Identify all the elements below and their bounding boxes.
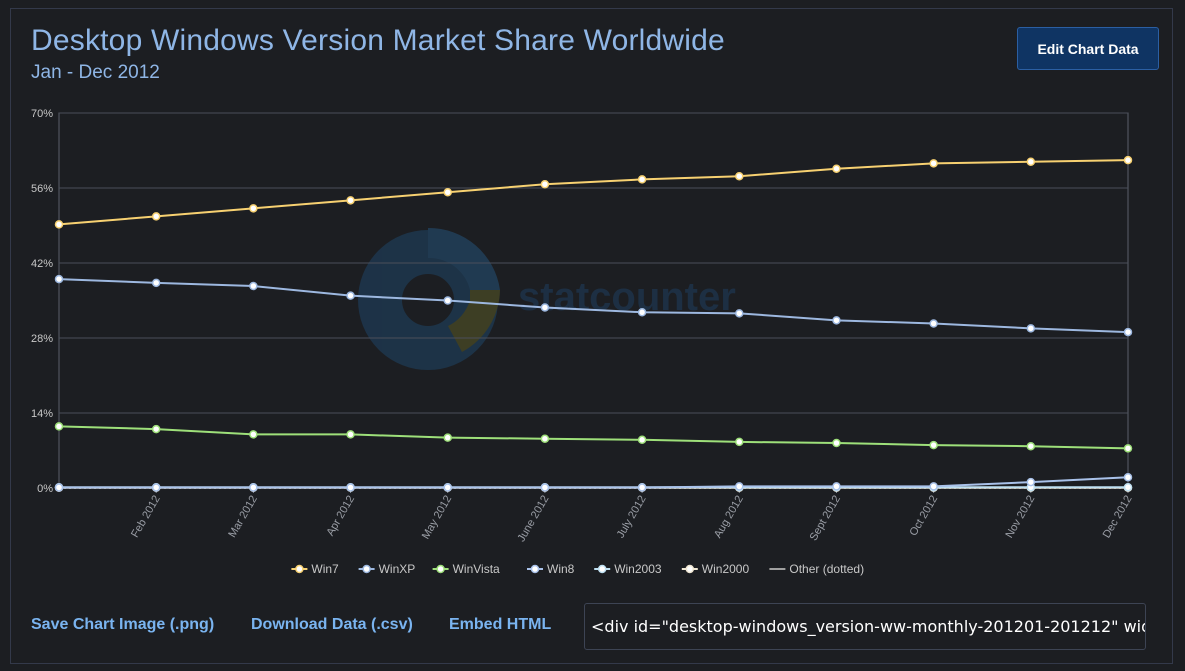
legend-label: Other (dotted) [789,562,864,576]
data-point[interactable] [540,483,550,492]
data-point[interactable] [249,430,258,439]
data-point[interactable] [832,438,841,448]
data-point[interactable] [1026,157,1036,166]
statcounter-watermark: statcounter [358,227,736,370]
legend-swatch-marker [362,564,371,574]
y-tick-label: 0% [37,483,53,495]
data-point[interactable] [637,483,647,492]
download-data-link[interactable]: Download Data (.csv) [251,616,413,634]
x-tick-label: May 2012 [420,494,455,542]
y-tick-label: 70% [31,108,53,120]
data-point[interactable] [637,435,647,445]
y-tick-label: 56% [31,183,53,195]
data-point[interactable] [151,278,161,288]
data-point[interactable] [1123,155,1133,165]
data-point[interactable] [832,164,841,173]
data-point[interactable] [929,482,938,491]
data-point[interactable] [54,483,64,492]
data-point[interactable] [1026,324,1036,333]
x-tick-label: July 2012 [615,494,649,541]
legend-swatch-marker [685,564,695,574]
data-point[interactable] [929,440,938,450]
data-point[interactable] [443,296,452,305]
series-line-winvista [58,425,1129,450]
data-point[interactable] [832,482,841,491]
legend-item-win7[interactable]: Win7 [291,562,339,576]
legend-swatch-marker [295,564,304,574]
legend: Win7 WinXP WinVista Win8 Win2003 Win2000 Other… [291,562,864,576]
data-point[interactable] [735,437,744,447]
data-point[interactable] [346,196,355,205]
data-point[interactable] [54,274,64,284]
data-point[interactable] [1026,441,1036,451]
series-line-win7 [58,159,1129,226]
data-point[interactable] [443,483,452,492]
data-point[interactable] [540,303,550,312]
series-line-win8 [59,476,1129,489]
x-tick-label: June 2012 [515,494,551,545]
x-axis: Feb 2012 Mar 2012 Apr 2012 May 2012 June 201… [129,488,1135,545]
data-point[interactable] [832,316,841,325]
x-tick-label: Feb 2012 [129,494,163,540]
data-point[interactable] [929,159,938,168]
y-axis: 0% 14% 28% 42% 56% 70% [31,108,53,495]
x-tick-label: Apr 2012 [324,494,357,539]
data-point[interactable] [443,188,452,197]
legend-label: Win2000 [702,562,750,576]
data-point[interactable] [1026,477,1036,487]
embed-code-field[interactable]: <div id="desktop-windows_version-ww-mont… [584,603,1146,650]
data-point[interactable] [1123,482,1133,492]
x-tick-label: Sept 2012 [808,494,843,543]
legend-swatch-marker [597,564,607,574]
plot-area [54,155,1133,492]
data-point[interactable] [249,204,258,213]
data-point[interactable] [1123,327,1133,337]
data-point[interactable] [54,220,64,229]
legend-swatch-marker [530,564,540,574]
legend-label: Win7 [311,562,339,576]
legend-item-winvista[interactable]: WinVista [432,562,500,576]
legend-item-win8[interactable]: Win8 [527,562,575,576]
line-chart: statcounter 0% 14% 28% 42% 56% 70% Feb 2012 Ma… [31,108,1135,576]
data-point[interactable] [151,212,161,221]
legend-item-win2003[interactable]: Win2003 [594,562,662,576]
data-point[interactable] [151,483,161,492]
data-point[interactable] [735,482,744,491]
x-tick-label: Nov 2012 [1003,494,1037,541]
y-tick-label: 42% [31,258,53,270]
y-tick-label: 14% [31,408,53,420]
data-point[interactable] [735,171,744,181]
x-tick-label: Dec 2012 [1101,494,1135,541]
x-tick-label: Mar 2012 [226,494,260,540]
data-point[interactable] [54,422,64,431]
data-point[interactable] [637,175,647,184]
x-tick-label: Oct 2012 [908,494,941,539]
legend-item-winxp[interactable]: WinXP [358,562,416,576]
save-chart-image-link[interactable]: Save Chart Image (.png) [31,616,214,634]
data-point[interactable] [929,319,938,328]
legend-label: Win2003 [614,562,662,576]
data-point[interactable] [346,430,355,439]
data-point[interactable] [249,281,258,291]
data-point[interactable] [1123,473,1133,482]
legend-swatch-marker [436,564,445,574]
legend-item-other-dotted[interactable]: Other (dotted) [769,562,864,576]
legend-label: Win8 [547,562,575,576]
embed-html-link[interactable]: Embed HTML [449,616,551,634]
data-point[interactable] [637,308,647,317]
legend-item-win2000[interactable]: Win2000 [681,562,750,576]
x-tick-label: Aug 2012 [712,494,746,541]
data-point[interactable] [1123,444,1133,453]
data-point[interactable] [540,434,550,443]
data-point[interactable] [735,309,744,318]
data-point[interactable] [540,180,550,189]
legend-label: WinVista [453,562,500,576]
y-tick-label: 28% [31,333,53,345]
data-point[interactable] [346,291,355,300]
data-point[interactable] [443,433,452,442]
data-point[interactable] [151,424,161,434]
legend-label: WinXP [379,562,416,576]
data-point[interactable] [346,483,355,492]
data-point[interactable] [249,483,258,492]
